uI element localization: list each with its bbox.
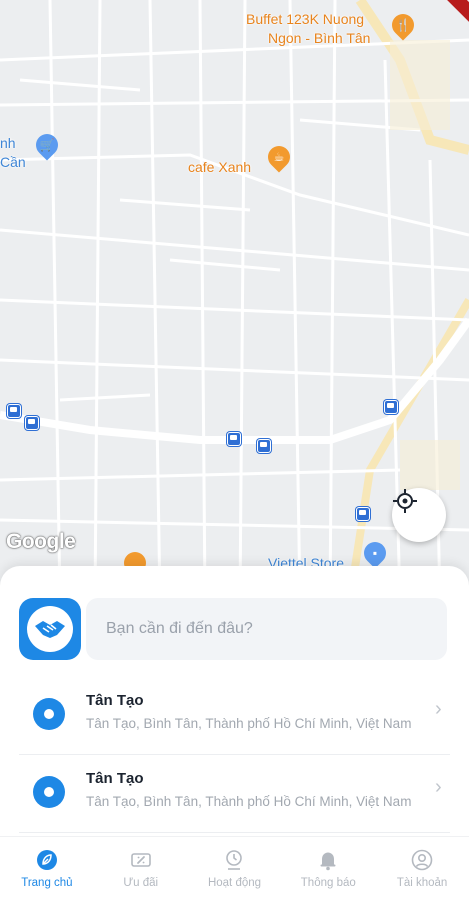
bottom-navigation: Trang chủ Ưu đãi Hoạt động Thông báo Tài… [0,836,469,900]
bus-stop-icon[interactable] [7,404,21,418]
nav-label: Ưu đãi [123,877,159,889]
divider [19,832,450,833]
recent-place-item[interactable]: Tân Tạo Tân Tạo, Bình Tân, Thành phố Hồ … [19,762,450,840]
shopping-bag-pin-icon[interactable]: ▪ [359,537,391,569]
recent-place-item[interactable]: Tân Tạo Tân Tạo, Bình Tân, Thành phố Hồ … [19,684,450,762]
handshake-icon [27,606,73,652]
nav-item-home[interactable]: Trang chủ [0,837,94,900]
nav-item-offers[interactable]: Ưu đãi [94,837,188,900]
place-title: Tân Tạo [86,692,144,709]
poi-label[interactable]: cafe Xanh [188,158,251,176]
activity-icon [226,850,243,870]
nav-item-notifications[interactable]: Thông báo [281,837,375,900]
location-pin-icon [33,698,65,730]
shopping-cart-pin-icon[interactable]: 🛒 [31,129,63,161]
chevron-right-icon: › [435,698,442,720]
destination-search-input[interactable]: Bạn cần đi đến đâu? [86,598,447,660]
nav-item-account[interactable]: Tài khoản [375,837,469,900]
place-address: Tân Tạo, Bình Tân, Thành phố Hồ Chí Minh… [86,794,412,809]
chevron-right-icon: › [435,776,442,798]
app-logo [19,598,81,660]
coupon-icon [130,853,151,867]
poi-label[interactable]: Ngon - Bình Tân [268,29,370,47]
bus-stop-icon[interactable] [25,416,39,430]
location-pin-icon [33,776,65,808]
cafe-pin-icon[interactable]: ☕ [263,141,295,173]
bell-icon [320,852,336,871]
poi-label[interactable]: nh [0,134,16,152]
nav-label: Hoạt động [207,877,262,889]
nav-label: Thông báo [300,877,356,889]
nav-label: Tài khoản [396,877,448,889]
map-view[interactable]: Buffet 123K Nuong Ngon - Bình Tân 🍴 cafe… [0,0,469,600]
home-leaf-icon [36,850,57,870]
google-logo: Google [6,530,76,553]
bus-stop-icon[interactable] [227,432,241,446]
my-location-button[interactable] [392,488,446,542]
restaurant-pin-icon[interactable]: 🍴 [387,9,419,41]
crosshair-icon [393,489,417,513]
bus-stop-icon[interactable] [384,400,398,414]
poi-label[interactable]: Cần [0,153,26,171]
bus-stop-icon[interactable] [356,507,370,521]
bus-stop-icon[interactable] [257,439,271,453]
account-icon [411,849,433,871]
nav-label: Trang chủ [21,877,73,889]
poi-label[interactable]: Buffet 123K Nuong [246,10,364,28]
divider [19,754,450,755]
place-address: Tân Tạo, Bình Tân, Thành phố Hồ Chí Minh… [86,716,412,731]
place-title: Tân Tạo [86,770,144,787]
nav-item-activity[interactable]: Hoạt động [188,837,282,900]
